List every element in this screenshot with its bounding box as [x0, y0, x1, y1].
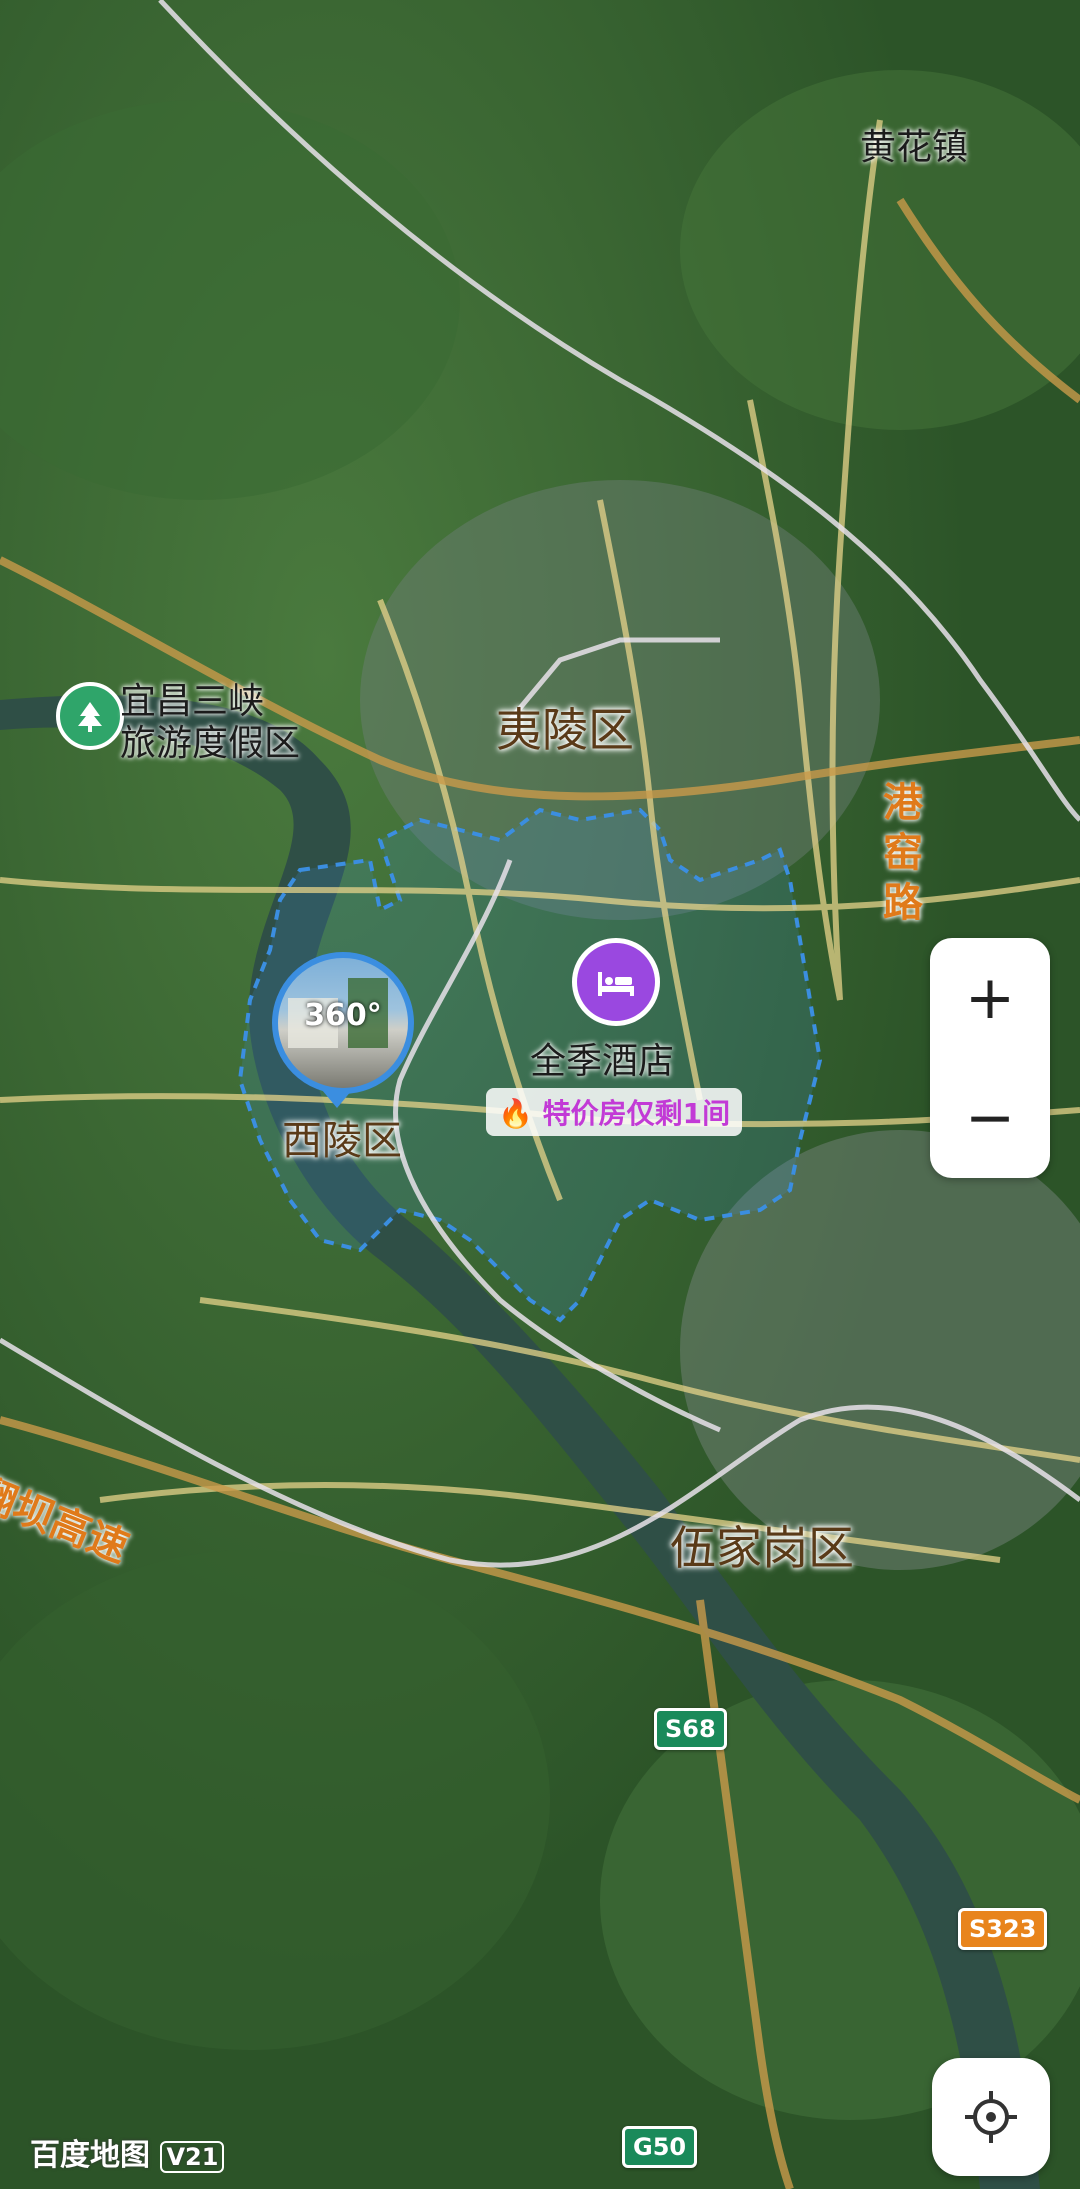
zoom-control: + −	[930, 938, 1050, 1178]
crosshair-icon	[965, 2091, 1017, 2143]
logo-text: 百度地图	[30, 2138, 150, 2173]
district-label-yiling[interactable]: 夷陵区	[496, 694, 634, 760]
baidu-map-logo: 百度地图 V21	[30, 2130, 225, 2174]
zoom-out-button[interactable]: −	[930, 1058, 1050, 1178]
panorama-pointer	[322, 1090, 352, 1108]
district-label-wujiagang[interactable]: 伍家岗区	[670, 1512, 854, 1578]
tree-icon	[78, 702, 102, 732]
road-label-gangyao: 港窑路	[883, 780, 923, 926]
district-label-xiling[interactable]: 西陵区	[282, 1108, 402, 1166]
bed-icon	[598, 972, 634, 996]
locate-button[interactable]	[932, 2058, 1050, 2176]
resort-poi-pin[interactable]	[56, 682, 124, 750]
road-shield-s323: S323	[958, 1908, 1048, 1950]
version-badge: V21	[160, 2141, 225, 2173]
hotel-deal-text: 特价房仅剩1间	[542, 1097, 731, 1130]
hotel-name[interactable]: 全季酒店	[530, 1032, 674, 1084]
panorama-marker[interactable]: 360°	[272, 952, 414, 1094]
road-shield-s68: S68	[654, 1708, 727, 1750]
hotel-deal-badge[interactable]: 🔥 特价房仅剩1间	[486, 1088, 743, 1136]
zoom-in-button[interactable]: +	[930, 938, 1050, 1058]
panorama-label: 360°	[304, 998, 382, 1033]
hotel-marker[interactable]	[572, 938, 660, 1026]
resort-label-line2[interactable]: 旅游度假区	[120, 714, 300, 766]
fire-icon: 🔥	[498, 1097, 533, 1130]
road-shield-g50: G50	[622, 2126, 698, 2168]
place-label-huanghua[interactable]: 黄花镇	[860, 118, 968, 170]
